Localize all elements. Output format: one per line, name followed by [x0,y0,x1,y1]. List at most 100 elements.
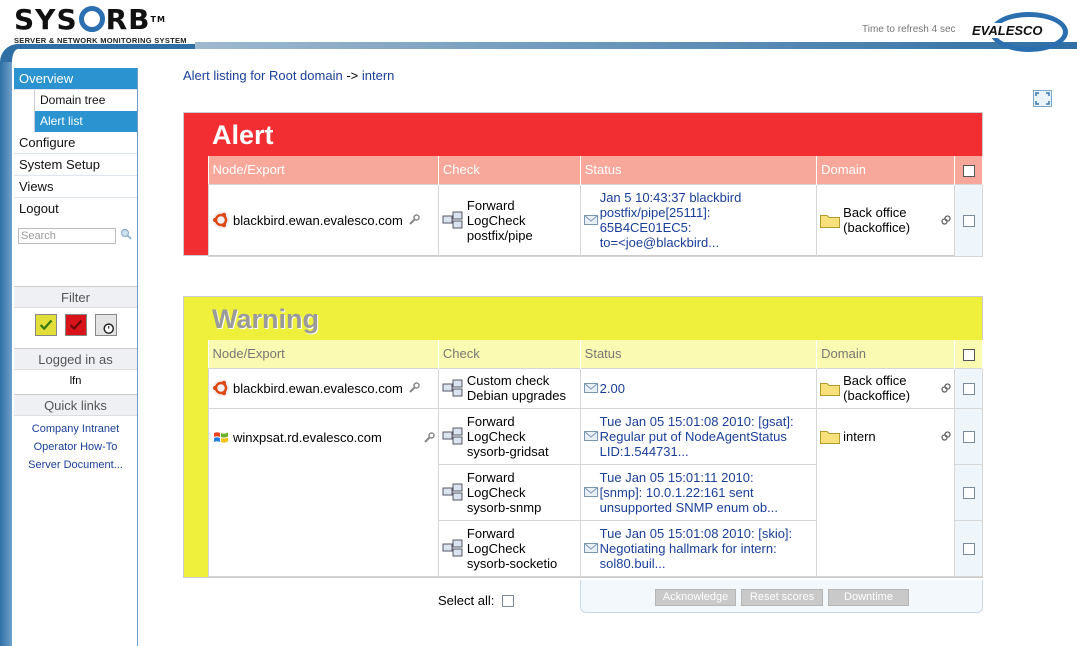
search-input[interactable] [18,228,116,244]
row-checkbox[interactable] [962,431,975,444]
status-line: sol80.buil... [599,555,666,571]
check: Forward LogCheck sysorb-socketio [442,526,577,571]
filter-alert-icon[interactable] [64,314,87,336]
nav-system-setup[interactable]: System Setup [14,154,137,176]
wrench-icon[interactable] [408,214,420,226]
check-label[interactable]: Forward LogCheck sysorb-snmp [467,470,541,515]
downtime-button[interactable]: Downtime [828,589,909,606]
domain: intern [820,429,951,444]
warning-select-all-checkbox[interactable] [962,348,975,361]
status-message[interactable]: Tue Jan 05 15:01:08 2010: [skio]: Negotia… [586,526,793,571]
status-line: Tue Jan 05 15:01:08 2010: [skio]: [599,525,793,541]
link-icon[interactable] [941,383,951,393]
breadcrumb-root[interactable]: Alert listing for Root domain [183,68,343,83]
status-line: Tue Jan 05 15:01:08 2010: [gsat]: [599,413,794,429]
quick-link-operator-how-to[interactable]: Operator How-To [14,438,137,456]
node-link[interactable]: blackbird.ewan.evalesco.com [233,381,403,396]
nav-logout[interactable]: Logout [14,198,137,220]
status-message[interactable]: Jan 5 10:43:37 blackbird postfix/pipe[251… [586,190,742,250]
domain-label[interactable]: intern [843,429,876,444]
check-label[interactable]: Custom check Debian upgrades [467,373,566,403]
status-line: LID:1.544731... [599,443,689,459]
select-cell [954,463,983,521]
filter-warning-icon[interactable] [34,314,57,336]
domain-label[interactable]: Back office (backoffice) [843,373,910,403]
logo-orb-icon [78,6,105,32]
wrench-icon[interactable] [408,382,420,394]
folder-icon [820,214,841,228]
filter-downtime-icon[interactable] [94,314,117,336]
domain-line: (backoffice) [843,220,911,235]
reset-scores-button[interactable]: Reset scores [741,589,823,606]
search-icon[interactable] [120,228,132,240]
status-cell: Jan 5 10:43:37 blackbird postfix/pipe[251… [579,183,818,257]
nav-configure[interactable]: Configure [14,132,137,154]
col-domain: Domain [816,340,955,368]
col-check: Check [438,156,581,184]
status-cell: Tue Jan 05 15:01:08 2010: [gsat]: Regular… [579,407,818,465]
status-line: [snmp]: 10.0.1.22:161 sent [599,484,754,500]
domain-line: (backoffice) [843,388,911,403]
status-line: Jan 5 10:43:37 blackbird [599,190,742,205]
row-checkbox[interactable] [962,487,975,500]
fullscreen-icon[interactable] [1033,90,1052,107]
status-cell: Tue Jan 05 15:01:08 2010: [skio]: Negotia… [579,519,818,577]
select-all-checkbox[interactable] [502,594,515,607]
mail-icon[interactable] [583,383,598,393]
breadcrumb-current[interactable]: intern [362,68,395,83]
acknowledge-button[interactable]: Acknowledge [655,589,736,606]
status-message[interactable]: Tue Jan 05 15:01:11 2010: [snmp]: 10.0.1.… [586,470,778,515]
check-line: Forward [466,469,515,485]
status-cell: Tue Jan 05 15:01:11 2010: [snmp]: 10.0.1.… [579,463,818,521]
folder-icon [820,382,841,396]
node-cell: winxpsat.rd.evalesco.com [208,407,439,577]
col-select [954,156,983,184]
table-row: winxpsat.rd.evalesco.com Forward LogCheck… [208,407,983,577]
nav-views[interactable]: Views [14,176,137,198]
status-message[interactable]: 2.00 [600,381,625,396]
check-label[interactable]: Forward LogCheck sysorb-socketio [467,526,557,571]
select-cell [954,519,983,577]
quick-link-server-document[interactable]: Server Document... [14,456,137,474]
node-link[interactable]: blackbird.ewan.evalesco.com [233,213,403,228]
select-cell [954,183,983,257]
nav-domain-tree[interactable]: Domain tree [34,90,137,111]
warning-severity-bar [184,340,208,577]
row-checkbox[interactable] [962,215,975,228]
quick-link-company-intranet[interactable]: Company Intranet [14,420,137,438]
check-line: LogCheck [466,484,526,500]
nav-alert-list[interactable]: Alert list [34,111,137,132]
status-line: to=<joe@blackbird... [599,235,720,250]
check-line: postfix/pipe [466,227,533,243]
nav-overview[interactable]: Overview [14,68,137,90]
network-check-icon [442,379,463,397]
node-link[interactable]: winxpsat.rd.evalesco.com [233,430,382,445]
check-label[interactable]: Forward LogCheck postfix/pipe [467,198,533,243]
select-all: Select all: [438,593,515,608]
status-message[interactable]: Tue Jan 05 15:01:08 2010: [gsat]: Regular… [586,414,794,459]
check-line: sysorb-socketio [466,555,558,571]
logo-wordmark: SYS RBTM [14,6,187,34]
check: Custom check Debian upgrades [442,373,577,403]
col-status: Status [580,340,818,368]
domain: Back office (backoffice) [820,205,951,235]
status-line: 65B4CE01EC5: [599,220,692,235]
check-cell: Forward LogCheck postfix/pipe [437,183,581,257]
alert-select-all-checkbox[interactable] [962,164,975,177]
check-label[interactable]: Forward LogCheck sysorb-gridsat [467,414,549,459]
node: winxpsat.rd.evalesco.com [212,429,435,447]
link-icon[interactable] [941,215,951,225]
row-checkbox[interactable] [962,543,975,556]
domain-label[interactable]: Back office (backoffice) [843,205,910,235]
sysorb-logo[interactable]: SYS RBTM SERVER & NETWORK MONITORING SYST… [14,6,187,46]
row-checkbox[interactable] [962,383,975,396]
check-line: Forward [466,413,515,429]
wrench-icon[interactable] [423,431,435,444]
check-line: Forward [466,525,515,541]
col-status: Status [580,156,818,184]
refresh-countdown: Time to refresh 4 sec [862,24,956,35]
check-line: Debian upgrades [466,388,566,403]
check-line: sysorb-gridsat [466,443,549,459]
link-icon[interactable] [941,431,951,441]
status-cell: 2.00 [579,367,818,409]
